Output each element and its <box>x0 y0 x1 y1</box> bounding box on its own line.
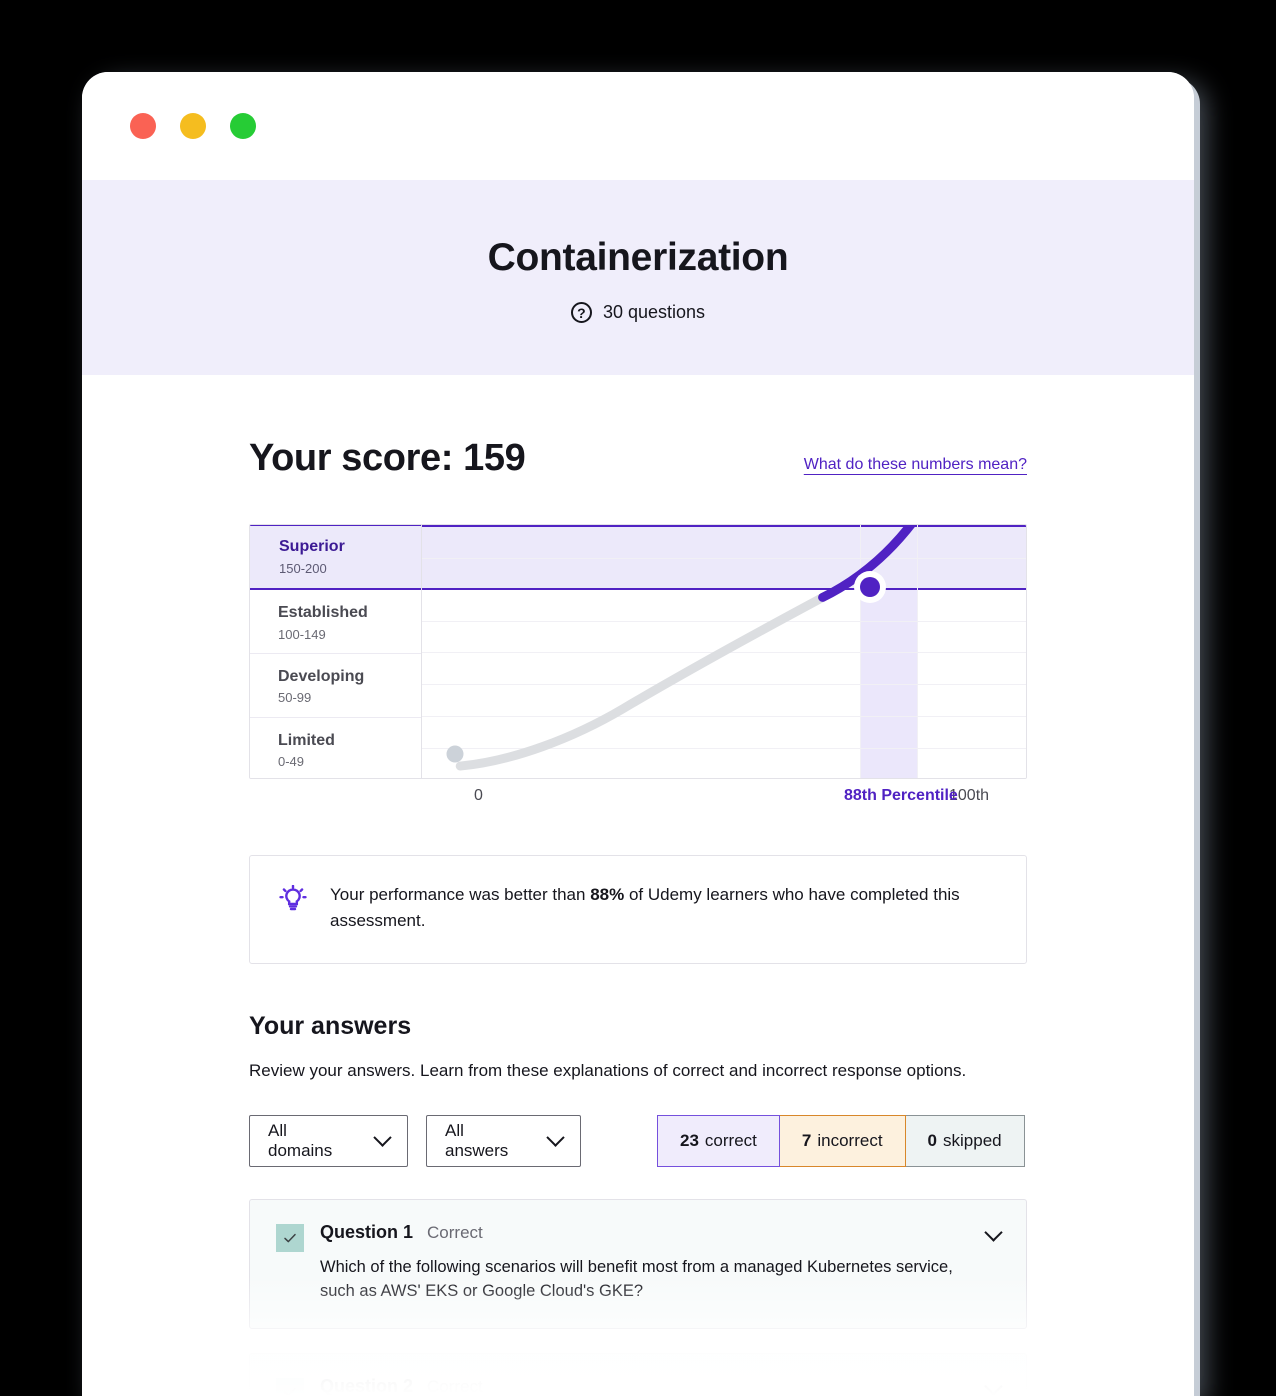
performance-callout: Your performance was better than 88% of … <box>249 855 1027 964</box>
chart-plot-area: Superior 150-200 Established 100-149 Dev… <box>249 524 1027 779</box>
score-row: Your score: 159 What do these numbers me… <box>249 375 1027 480</box>
stat-correct[interactable]: 23 correct <box>657 1114 780 1167</box>
stat-skipped[interactable]: 0 skipped <box>905 1114 1025 1167</box>
question-count-label: 30 questions <box>602 302 706 322</box>
question-text: Which of the following scenarios will be… <box>320 1257 953 1301</box>
chevron-down-icon <box>373 1128 392 1148</box>
answer-filter-select[interactable]: All answers <box>426 1114 581 1167</box>
chart-curve-area <box>422 525 1026 778</box>
origin-marker <box>446 745 464 763</box>
question-body: Question 2 Correct You containerized a w… <box>320 1376 1000 1396</box>
stat-incorrect[interactable]: 7 incorrect <box>779 1114 906 1167</box>
question-status: Correct <box>427 1222 483 1242</box>
band-name: Established <box>278 604 368 621</box>
question-number: Question 2 <box>320 1376 414 1396</box>
stat-correct-label: correct <box>704 1130 757 1150</box>
band-range: 0-49 <box>278 754 305 770</box>
chart-band-labels: Superior 150-200 Established 100-149 Dev… <box>250 525 422 778</box>
callout-text-before: Your performance was better than <box>330 885 591 904</box>
question-card[interactable]: Question 1 Correct Which of the followin… <box>249 1198 1027 1330</box>
stat-correct-count: 23 <box>680 1130 699 1150</box>
chevron-down-icon <box>546 1128 565 1148</box>
main-content: Your score: 159 What do these numbers me… <box>82 375 1194 1396</box>
question-header: Question 1 Correct <box>320 1222 1000 1243</box>
band-range: 100-149 <box>278 626 326 642</box>
axis-label-percentile: 88th Percentile <box>844 787 958 804</box>
browser-window: Containerization ? 30 questions Your sco… <box>82 72 1194 1396</box>
stat-incorrect-count: 7 <box>801 1130 812 1150</box>
band-range: 150-200 <box>279 560 327 576</box>
answer-filter-label: All answers <box>445 1120 509 1160</box>
curve-past-segment <box>455 592 828 771</box>
question-count-row: ? 30 questions <box>82 302 1194 323</box>
chart-curve <box>455 525 917 771</box>
callout-percentage: 88% <box>590 885 625 904</box>
answers-section-heading: Your answers <box>249 1011 412 1040</box>
domain-filter-label: All domains <box>268 1120 333 1160</box>
correct-check-icon <box>276 1223 304 1252</box>
band-established: Established 100-149 <box>250 590 421 654</box>
stat-skipped-count: 0 <box>927 1130 938 1150</box>
question-status: Correct <box>427 1377 483 1396</box>
domain-filter-select[interactable]: All domains <box>249 1114 408 1167</box>
band-limited: Limited 0-49 <box>250 717 421 778</box>
stat-incorrect-label: incorrect <box>817 1130 883 1150</box>
score-heading: Your score: 159 <box>249 437 526 479</box>
maximize-window-button[interactable] <box>230 113 256 139</box>
axis-label-zero: 0 <box>474 787 483 804</box>
band-name: Superior <box>279 538 345 555</box>
page-title: Containerization <box>487 236 789 279</box>
question-card[interactable]: Question 2 Correct You containerized a w… <box>249 1353 1027 1396</box>
answer-stats-group: 23 correct 7 incorrect 0 skipped <box>657 1114 1025 1167</box>
question-number: Question 1 <box>320 1221 414 1242</box>
assessment-header: Containerization ? 30 questions <box>82 180 1194 375</box>
lightbulb-icon <box>276 884 310 924</box>
chart-axis-labels: 0 100th 88th Percentile <box>249 787 1027 821</box>
close-window-button[interactable] <box>130 113 156 139</box>
question-list: Question 1 Correct Which of the followin… <box>249 1198 1027 1396</box>
band-name: Limited <box>278 731 335 749</box>
band-name: Developing <box>278 667 365 685</box>
score-marker[interactable] <box>855 571 886 602</box>
answers-controls-row: All domains All answers 23 correct 7 inc… <box>249 1114 1027 1167</box>
correct-check-icon <box>276 1378 304 1396</box>
answers-section-subtitle: Review your answers. Learn from these ex… <box>249 1060 967 1080</box>
minimize-window-button[interactable] <box>180 113 206 139</box>
performance-callout-text: Your performance was better than 88% of … <box>330 882 998 935</box>
percentile-chart: Superior 150-200 Established 100-149 Dev… <box>249 524 1027 821</box>
band-superior: Superior 150-200 <box>250 525 421 590</box>
window-titlebar <box>82 72 1194 180</box>
band-range: 50-99 <box>278 690 312 706</box>
stat-skipped-label: skipped <box>943 1130 1002 1150</box>
question-header: Question 2 Correct <box>320 1376 1000 1396</box>
what-do-these-numbers-mean-link[interactable]: What do these numbers mean? <box>804 456 1027 480</box>
question-mark-circle-icon: ? <box>570 302 592 323</box>
band-developing: Developing 50-99 <box>250 653 421 718</box>
question-body: Question 1 Correct Which of the followin… <box>320 1222 1000 1305</box>
